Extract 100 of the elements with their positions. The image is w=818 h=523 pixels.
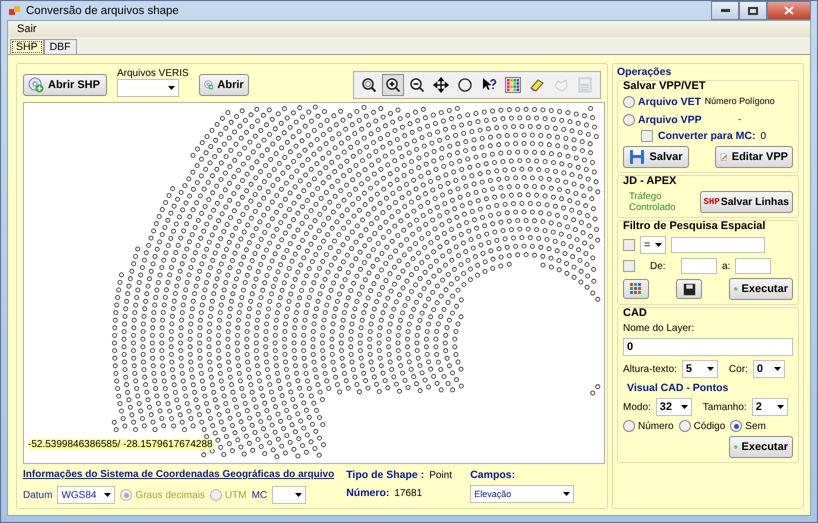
tab[interactable]: SHP [10,39,44,55]
group-title: Filtro de Pesquisa Espacial [623,220,766,232]
zoom-in-icon [385,77,401,93]
caret-icon [168,86,175,90]
open-button[interactable]: Abrir [198,74,249,96]
number-label: Número: [346,487,390,499]
menu-item[interactable]: Sair [12,23,42,35]
layer-name-field[interactable]: 0 [623,338,793,356]
caret-icon [104,493,112,497]
polygon-number-value: - [738,114,742,124]
from-field[interactable] [681,258,717,274]
execute-button[interactable]: Executar [729,278,793,300]
operations-title: Operações [617,66,672,78]
caret-icon [563,492,570,496]
convert-label: Converter para MC: [658,130,756,142]
circle-icon [457,77,473,93]
option-label: Número [638,420,674,432]
checkbox[interactable] [623,239,635,251]
option-label: Código [694,420,726,432]
to-label: a: [722,260,730,272]
to-field[interactable] [735,258,772,274]
pointer-question-icon [481,77,497,93]
convert-value: 0 [760,130,766,142]
polygon-number-label: Número Polígono [704,96,775,106]
edit-vpp-button[interactable]: Editar VPP [715,146,793,168]
from-label: De: [650,260,667,272]
filter-value-field[interactable] [671,237,765,253]
size-label: Tamanho: [702,402,747,412]
checkbox[interactable] [641,130,653,142]
radio-button[interactable] [623,420,635,432]
option-label: Sem [745,420,766,432]
save-button[interactable] [676,279,702,299]
size-dropdown[interactable]: 2 [752,398,788,416]
zoom-out-icon [409,77,425,93]
mc-dropdown[interactable] [272,486,306,504]
option-label: Arquivo VPP [638,114,702,126]
radio-button[interactable] [623,114,635,126]
zoom-in-tool[interactable] [382,74,404,96]
palette-tool[interactable] [502,74,524,96]
open-shp-button[interactable]: Abrir SHP [23,74,107,96]
caret-icon [776,405,784,409]
shape-type-value: Point [429,470,452,480]
disc-add-icon [28,77,44,93]
fields-dropdown[interactable]: Elevação [470,485,574,503]
color-dropdown[interactable]: 0 [752,360,785,378]
caret-icon [680,405,688,409]
checkbox[interactable] [623,260,635,272]
group-title: Salvar VPP/VET [623,80,707,92]
mode-label: Modo: [623,402,651,412]
shape-type-label: Tipo de Shape : [346,469,424,481]
coordinate-readout: -52.5399846386585/ -28.1579617674288 [28,439,213,450]
eraser-icon [529,77,545,93]
radio-button[interactable] [623,96,635,108]
datum-dropdown[interactable]: WGS84 [57,486,116,504]
magnifier-icon [361,77,377,93]
color-grid-icon [505,77,521,93]
pan-tool[interactable] [430,74,452,96]
text-height-label: Altura-texto: [623,364,677,374]
datum-label: Datum [23,490,52,500]
close-icon [784,6,794,15]
veris-label: Arquivos VERIS [117,68,189,78]
group-title: CAD [623,307,648,319]
text-height-dropdown[interactable]: 5 [682,360,718,378]
color-label: Cor: [728,364,748,374]
app-icon [9,4,21,16]
save-lines-button[interactable]: SHPSalvar Linhas [700,191,793,213]
option-label: Arquivo VET [638,96,702,108]
caret-icon [295,493,302,497]
fields-label: Campos: [470,469,516,481]
minimize-button[interactable] [711,1,739,20]
floppy-icon [629,149,646,165]
minimize-icon [720,9,730,12]
mc-label: MC [252,490,268,500]
caret-icon [774,367,781,371]
floppy-icon [682,282,696,296]
palette-button[interactable] [623,279,649,299]
option-label: UTM [224,490,247,500]
operator-dropdown[interactable]: = [640,236,666,254]
group-title: JD - APEX [623,175,678,187]
apex-status: Tráfego Controlado [628,191,676,213]
caret-icon [706,367,714,371]
execute-button[interactable]: Executar [729,436,793,458]
save-button[interactable]: Salvar [623,146,689,168]
close-button[interactable] [767,1,811,20]
mode-dropdown[interactable]: 32 [656,398,692,416]
visual-cad-title: Visual CAD - Pontos [626,382,730,394]
move-arrows-icon [433,77,449,93]
radio-button[interactable] [730,420,742,432]
coordinate-system-link[interactable]: Informações do Sistema de Coordenadas Geográficas do arquivo [23,469,334,480]
option-label: Graus decimais [135,490,205,500]
maximize-button[interactable] [739,1,767,20]
number-value: 17681 [394,488,422,498]
caret-icon [655,243,662,247]
grid-icon [630,283,642,295]
tab[interactable]: DBF [44,39,77,55]
window-title: Conversão de arquivos shape [26,4,179,16]
layer-name-label: Nome do Layer: [623,323,696,334]
calculator-icon [577,77,593,93]
polygon-icon [553,77,569,93]
radio-button[interactable] [678,420,691,432]
